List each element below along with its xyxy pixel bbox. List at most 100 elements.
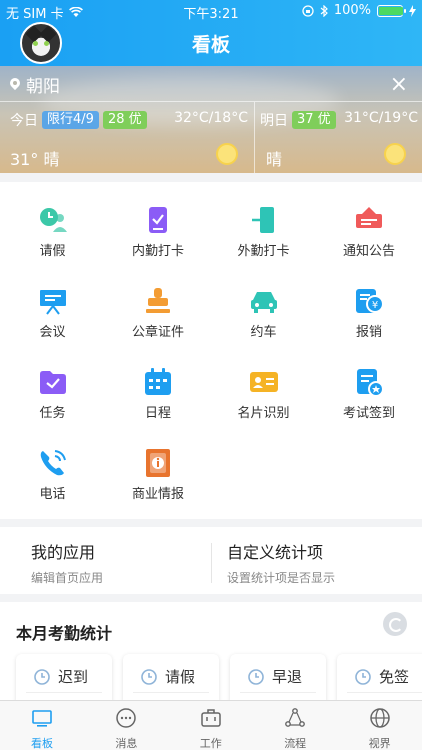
attendance-card: 本月考勤统计 迟到 请假 早退 免签 [0, 602, 422, 706]
attendance-item-label: 免签 [379, 668, 410, 686]
tab-message[interactable]: 消息 [84, 707, 168, 750]
grid-item-car[interactable]: 约车 [211, 263, 316, 343]
grid-item-label: 商业情报 [131, 487, 184, 502]
attendance-title: 本月考勤统计 [16, 624, 113, 643]
today-condition: 31° 晴 [10, 150, 60, 169]
sun-icon [216, 143, 238, 165]
attendance-item-label: 请假 [165, 668, 196, 686]
weather-card[interactable]: 朝阳 × 今日 限行4/9 28 优 32°C/18°C 明日 37 优 31°… [0, 66, 422, 173]
battery-icon [377, 4, 406, 17]
reimburse-icon: ¥ [356, 289, 384, 313]
grid-item-seal[interactable]: 公章证件 [106, 263, 211, 343]
work-icon [201, 709, 221, 727]
apps-row: 我的应用 编辑首页应用 自定义统计项 设置统计项是否显示 [0, 527, 422, 594]
grid-item-outdoor-checkin[interactable]: 外勤打卡 [211, 182, 316, 262]
tab-label: 工作 [199, 737, 222, 750]
indoor-checkin-icon [149, 207, 167, 233]
tomorrow-aqi-badge: 37 优 [292, 111, 336, 129]
status-bar: 无 SIM 卡 下午3:21 100% [0, 0, 422, 22]
today-label: 今日 [10, 113, 38, 129]
refresh-icon[interactable] [383, 612, 407, 636]
leave-icon [141, 668, 157, 685]
tab-dashboard[interactable]: 看板 [0, 707, 84, 750]
calendar-icon [145, 368, 171, 395]
seal-icon [146, 288, 170, 313]
svg-text:¥: ¥ [372, 300, 378, 311]
sun-icon [384, 143, 406, 165]
announcement-icon [356, 207, 382, 228]
grid-item-label: 任务 [39, 406, 66, 421]
grid-item-label: 外勤打卡 [237, 244, 290, 259]
weather-location: 朝阳 [26, 77, 60, 97]
grid-item-label: 请假 [39, 244, 66, 259]
late-icon [34, 668, 50, 685]
grid-item-calendar[interactable]: 日程 [106, 344, 211, 424]
attendance-item[interactable]: 请假 [123, 654, 219, 706]
bluetooth-icon [320, 4, 328, 17]
location-pin-icon [10, 78, 20, 92]
phone-icon [40, 450, 66, 476]
today-temp-range: 32°C/18°C [174, 110, 248, 126]
grid-item-label: 日程 [144, 406, 171, 421]
grid-item-exam-signin[interactable]: 考试签到 [317, 344, 422, 424]
business-card-icon [249, 372, 278, 392]
grid-item-label: 报销 [355, 325, 382, 340]
meeting-icon [39, 290, 66, 315]
attendance-item[interactable]: 免签 [337, 654, 422, 706]
grid-item-business-intel[interactable]: 商业情报 [106, 425, 211, 505]
page-title: 看板 [191, 34, 230, 56]
function-grid: 请假 内勤打卡 外勤打卡 通知公告会议 公章证件 约车 ¥ 报销任务 日程 名片识别 考试签到电话 商… [0, 182, 422, 519]
battery-percent: 100% [333, 3, 371, 18]
attendance-item-label: 迟到 [58, 668, 89, 686]
charging-icon [409, 4, 416, 17]
tab-bar: 看板 消息 工作 流程 视界 [0, 700, 422, 750]
custom-stats-entry[interactable]: 自定义统计项 设置统计项是否显示 [227, 539, 335, 586]
tomorrow-condition: 晴 [266, 150, 283, 169]
tab-label: 消息 [115, 737, 138, 750]
attendance-item[interactable]: 迟到 [16, 654, 112, 706]
tab-work[interactable]: 工作 [169, 707, 253, 750]
tab-label: 看板 [31, 737, 53, 750]
leave-icon [39, 208, 67, 232]
tab-flow[interactable]: 流程 [253, 707, 337, 750]
attendance-item-label: 早退 [272, 668, 303, 686]
today-aqi-badge: 28 优 [102, 111, 147, 129]
orientation-lock-icon [302, 4, 314, 17]
exempt-icon [355, 668, 371, 685]
grid-item-label: 电话 [39, 487, 66, 502]
grid-item-reimburse[interactable]: ¥ 报销 [317, 263, 422, 343]
grid-item-announcement[interactable]: 通知公告 [317, 182, 422, 262]
close-icon[interactable]: × [390, 72, 408, 97]
outdoor-checkin-icon [251, 207, 274, 233]
grid-item-label: 公章证件 [131, 325, 184, 340]
grid-item-business-card[interactable]: 名片识别 [211, 344, 316, 424]
grid-item-task[interactable]: 任务 [0, 344, 105, 424]
grid-item-indoor-checkin[interactable]: 内勤打卡 [106, 182, 211, 262]
grid-item-label: 约车 [250, 325, 277, 340]
message-icon [116, 708, 137, 728]
tomorrow-temp-range: 31°C/19°C [344, 110, 418, 126]
grid-item-meeting[interactable]: 会议 [0, 263, 105, 343]
attendance-item[interactable]: 早退 [230, 654, 326, 706]
exam-signin-icon [357, 369, 384, 397]
grid-item-leave[interactable]: 请假 [0, 182, 105, 262]
business-intel-icon [146, 449, 170, 477]
tab-label: 视界 [368, 737, 391, 750]
app-header: 无 SIM 卡 下午3:21 100% 看板 [0, 0, 422, 66]
tab-label: 流程 [284, 737, 307, 750]
flow-icon [285, 708, 306, 727]
tab-globe[interactable]: 视界 [338, 707, 422, 750]
task-icon [39, 371, 66, 394]
grid-item-phone[interactable]: 电话 [0, 425, 105, 505]
early-leave-icon [248, 668, 264, 685]
grid-item-label: 内勤打卡 [131, 244, 184, 259]
my-apps-entry[interactable]: 我的应用 编辑首页应用 [31, 539, 103, 586]
grid-item-label: 考试签到 [342, 406, 395, 421]
grid-item-label: 名片识别 [237, 406, 290, 421]
traffic-limit-badge: 限行4/9 [42, 111, 99, 129]
grid-item-label: 通知公告 [342, 244, 395, 259]
globe-icon [369, 708, 390, 728]
grid-item-label: 会议 [39, 325, 66, 340]
dashboard-icon [32, 710, 52, 727]
car-icon [250, 292, 277, 313]
